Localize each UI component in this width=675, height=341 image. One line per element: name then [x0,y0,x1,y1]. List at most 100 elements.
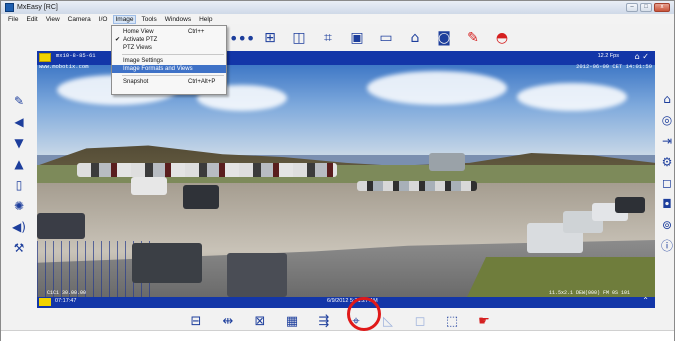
perspective-right-icon[interactable]: ◻ [409,312,431,332]
menu-help[interactable]: Help [198,16,213,23]
checkmark-icon: ✔ [115,37,121,43]
menu-item-shortcut: Ctrl+Alt+P [188,79,216,85]
split-arrow-icon[interactable]: ⇶ [313,312,335,332]
camera-osd-bottom-right: 11.5x2.1 DEW(000) FM 0S 101 [549,290,631,296]
camera-home-icon[interactable]: ⌂ ✓ [635,52,649,61]
arrow-down-icon[interactable]: ▼ [10,135,28,152]
menu-separator [122,75,224,76]
crop-icon[interactable]: ⌗ [318,30,338,47]
expand-up-icon[interactable]: ⌃ [642,296,649,305]
status-strip [1,330,674,341]
menu-item-label: Image Settings [123,58,164,64]
ptz-zoom-icon[interactable]: ⬚ [441,312,463,332]
footer-time: 07:17:47 [55,298,77,304]
record-icon[interactable]: ▭ [376,30,396,47]
menu-item-label: Activate PTZ [123,37,158,43]
menu-item-home-view[interactable]: Home View Ctrl++ [112,28,226,36]
split-view-icon[interactable]: ◫ [289,30,309,47]
speaker-icon[interactable]: ◀ [10,114,28,131]
camera-fps: 12.2 Fps [597,53,619,59]
app-window: MxEasy [RC] – □ x File Edit View Camera … [0,0,675,341]
door-icon[interactable]: ⌂ [405,30,425,47]
alarm-icon[interactable]: ◙ [434,30,454,47]
help-ring-icon[interactable]: ⊚ [658,217,675,234]
video-car [615,197,645,213]
video-cloud [367,71,507,105]
arrow-up-icon[interactable]: ▲ [10,156,28,173]
siren-icon[interactable]: ◓ [492,30,512,47]
menu-item-label: PTZ Views [123,45,152,51]
camera-footer-bar: 07:17:47 6/9/2012 5:31:27 AM ⌃ [37,296,655,308]
menu-view[interactable]: View [45,16,61,23]
title-bar: MxEasy [RC] – □ x [1,1,674,14]
pen-icon[interactable]: ✎ [10,93,28,110]
video-car [131,177,167,195]
menu-io[interactable]: I/O [98,16,109,23]
video-car [429,153,465,171]
wrench-icon[interactable]: ⚒ [10,240,28,257]
video-cloud [517,83,627,111]
info-icon[interactable]: ⓘ [658,238,675,255]
pointer-icon[interactable]: ☛ [473,312,495,332]
home-icon[interactable]: ⌂ [658,91,675,108]
menu-item-image-formats[interactable]: Image Formats and Views [112,65,226,73]
menu-edit[interactable]: Edit [25,16,38,23]
camera-icon[interactable]: ◘ [658,196,675,213]
video-car-row [357,181,477,191]
camera-osd-timestamp: 2012-06-09 CET 14:01:59 [576,63,652,70]
volume-icon[interactable]: ◀) [10,219,28,236]
camera-osd-bottom-left: C1C1 30.00.00 [47,290,87,296]
quad-view-icon[interactable]: ▣ [347,30,367,47]
menu-item-label: Image Formats and Views [123,66,193,72]
right-toolbar: ⌂ ◎ ⇥ ⚙ ◻ ◘ ⊚ ⓘ [658,91,675,255]
video-car [37,213,85,239]
menu-item-shortcut: Ctrl++ [188,29,205,35]
video-car [227,253,287,297]
perspective-left-icon[interactable]: ◺ [377,312,399,332]
menu-windows[interactable]: Windows [164,16,192,23]
enter-icon[interactable]: ⇥ [658,133,675,150]
window-controls: – □ x [626,3,670,12]
minimize-button[interactable]: – [626,3,638,12]
camera-badge-icon [39,298,51,306]
close-button[interactable]: x [654,3,670,12]
menu-bar: File Edit View Camera I/O Image Tools Wi… [1,14,674,24]
menu-item-label: Snapshot [123,79,149,85]
surround-icon[interactable]: ⇹ [217,312,239,332]
ptz-crosshair-icon[interactable]: ⌖ [345,312,367,332]
top-toolbar: ••• ⊞ ◫ ⌗ ▣ ▭ ⌂ ◙ ✎ ◓ [229,28,539,48]
menu-item-activate-ptz[interactable]: ✔ Activate PTZ [112,36,226,44]
full-image-icon[interactable]: ▦ [281,312,303,332]
layout-grid-icon[interactable]: ⊞ [260,30,280,47]
menu-item-snapshot[interactable]: Snapshot Ctrl+Alt+P [112,78,226,86]
more-dots-icon[interactable]: ••• [229,30,255,47]
app-icon [5,3,14,12]
maximize-button[interactable]: □ [640,3,652,12]
menu-separator [122,54,224,55]
video-car [183,185,219,209]
menu-item-label: Home View [123,29,154,35]
frame-icon[interactable]: ◻ [658,175,675,192]
menu-item-ptz-views[interactable]: PTZ Views [112,44,226,52]
menu-camera[interactable]: Camera [67,16,92,23]
window-title: MxEasy [RC] [17,4,58,11]
light-icon[interactable]: ✺ [10,198,28,215]
video-car [132,243,202,283]
footer-date: 6/9/2012 5:31:27 AM [327,298,378,304]
panorama-icon[interactable]: ⊟ [185,312,207,332]
left-toolbar: ✎ ◀ ▼ ▲ ▯ ✺ ◀) ⚒ [10,93,30,257]
camera-osd-website: www.mobotix.com [39,63,89,70]
menu-item-image-settings[interactable]: Image Settings [112,57,226,65]
menu-file[interactable]: File [7,16,19,23]
door-panel-icon[interactable]: ▯ [10,177,28,194]
image-menu-dropdown: Home View Ctrl++ ✔ Activate PTZ PTZ View… [111,25,227,95]
camera-name: mx10-8-85-61 [56,52,96,59]
menu-tools[interactable]: Tools [141,16,158,23]
menu-image[interactable]: Image [113,14,136,24]
gear-icon[interactable]: ⚙ [658,154,675,171]
camera-video-view[interactable] [37,65,655,297]
wrench-icon[interactable]: ✎ [463,30,483,47]
video-car-row [77,163,337,177]
lifebuoy-icon[interactable]: ◎ [658,112,675,129]
double-panorama-icon[interactable]: ⊠ [249,312,271,332]
